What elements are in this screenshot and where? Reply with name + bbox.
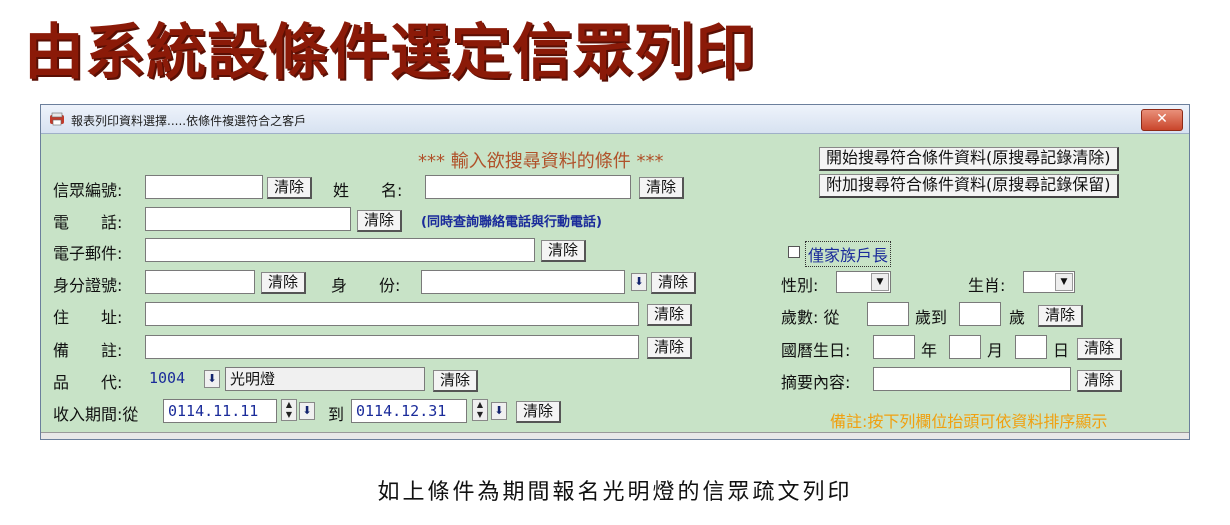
id-clear-button[interactable]: 清除 [261,272,307,294]
period-from-spinner[interactable]: ▲ ▼ [281,399,297,421]
window-title: 報表列印資料選擇.....依條件複選符合之客戶 [71,114,307,128]
gender-label: 性別: [781,276,819,295]
caption: 如上條件為期間報名光明燈的信眾疏文列印 [377,480,853,505]
period-to-input[interactable]: 0114.12.31 [351,399,467,423]
address-clear-button[interactable]: 清除 [647,304,693,326]
period-clear-button[interactable]: 清除 [516,401,562,423]
item-name-field: 光明燈 [225,367,425,391]
zodiac-label: 生肖: [968,276,1006,295]
append-search-button[interactable]: 附加搜尋符合條件資料(原搜尋記錄保留) [819,174,1119,198]
age-unit-label: 歲 [1009,308,1026,327]
identity-label: 身 份: [331,276,401,295]
gender-select[interactable]: ▼ [836,271,891,293]
id-input[interactable] [145,270,255,294]
period-label: 收入期間:從 [53,405,139,424]
form-header: *** 輸入欲搜尋資料的條件 *** [418,151,664,172]
period-to-spinner[interactable]: ▲ ▼ [472,399,488,421]
start-search-button[interactable]: 開始搜尋符合條件資料(原搜尋記錄清除) [819,147,1119,171]
period-from-input[interactable]: 0114.11.11 [163,399,277,423]
chevron-down-icon: ▼ [1055,273,1073,291]
summary-clear-button[interactable]: 清除 [1077,370,1123,392]
name-label: 姓 名: [333,181,403,200]
member-no-clear-button[interactable]: 清除 [267,177,313,199]
close-button[interactable]: ✕ [1141,109,1183,131]
phone-clear-button[interactable]: 清除 [357,210,403,232]
item-label: 品 代: [53,373,123,392]
zodiac-select[interactable]: ▼ [1023,271,1075,293]
age-label: 歲數: 從 [781,308,840,327]
remark-input[interactable] [145,335,639,359]
email-input[interactable] [145,238,535,262]
phone-note: (同時查詢聯絡電話與行動電話) [421,215,602,230]
page-heading: 由系統設條件選定信眾列印 [24,18,756,88]
period-to-label: 到 [328,405,345,424]
birth-year-input[interactable] [873,335,915,359]
summary-label: 摘要內容: [781,373,851,392]
summary-input[interactable] [873,367,1071,391]
report-selection-window: 報表列印資料選擇.....依條件複選符合之客戶 ✕ *** 輸入欲搜尋資料的條件… [40,104,1190,440]
phone-label: 電 話: [53,213,123,232]
identity-dropdown-icon[interactable]: ⬇ [631,273,647,291]
month-label: 月 [987,341,1004,360]
item-dropdown-icon[interactable]: ⬇ [204,370,220,388]
birthday-label: 國曆生日: [781,341,851,360]
phone-input[interactable] [145,207,351,231]
member-no-label: 信眾編號: [53,181,123,200]
item-code-input[interactable]: 1004 [145,367,201,391]
birth-month-input[interactable] [949,335,981,359]
app-icon [50,112,64,126]
window-bottom-edge [41,432,1189,439]
age-clear-button[interactable]: 清除 [1038,305,1084,327]
birthday-clear-button[interactable]: 清除 [1077,338,1123,360]
identity-input[interactable] [421,270,625,294]
chevron-down-icon: ▼ [871,273,889,291]
item-clear-button[interactable]: 清除 [433,370,479,392]
title-bar: 報表列印資料選擇.....依條件複選符合之客戶 ✕ [41,105,1189,134]
remark-label: 備 註: [53,341,123,360]
name-clear-button[interactable]: 清除 [639,177,685,199]
sort-note: 備註:按下列欄位抬頭可依資料排序顯示 [830,412,1108,431]
period-to-dropdown-icon[interactable]: ⬇ [491,402,507,420]
member-no-input[interactable] [145,175,263,199]
period-from-dropdown-icon[interactable]: ⬇ [299,402,315,420]
name-input[interactable] [425,175,631,199]
household-head-label[interactable]: 僅家族戶長 [805,241,892,267]
address-input[interactable] [145,302,639,326]
remark-clear-button[interactable]: 清除 [647,337,693,359]
email-clear-button[interactable]: 清除 [541,240,587,262]
day-label: 日 [1053,341,1070,360]
age-from-input[interactable] [867,302,909,326]
identity-clear-button[interactable]: 清除 [651,272,697,294]
age-to-input[interactable] [959,302,1001,326]
birth-day-input[interactable] [1015,335,1047,359]
address-label: 住 址: [53,308,123,327]
id-label: 身分證號: [53,276,123,295]
year-label: 年 [921,341,938,360]
household-head-checkbox[interactable] [788,246,800,258]
age-to-label: 歲到 [915,308,948,327]
email-label: 電子郵件: [53,244,123,263]
